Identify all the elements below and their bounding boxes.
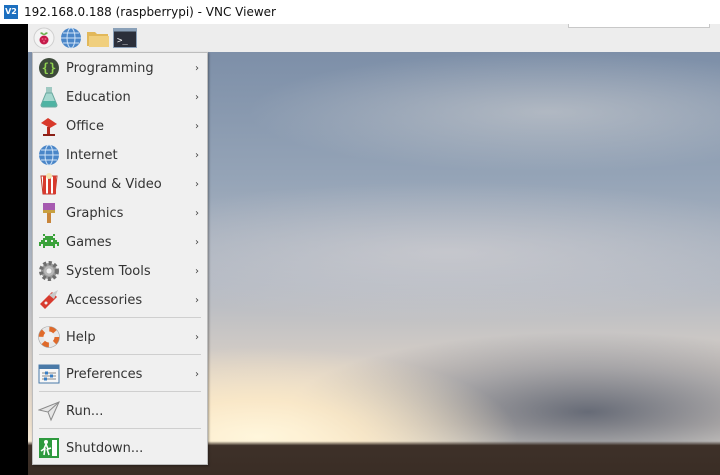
terminal-button[interactable]: >_ [113,26,137,50]
window-title: 192.168.0.188 (raspberrypi) - VNC Viewer [24,5,276,19]
menu-separator [39,391,201,392]
submenu-arrow-icon: › [195,120,199,132]
menu-item-shutdown[interactable]: Shutdown... [34,434,206,462]
vnc-logo-icon: V2 [4,5,18,19]
graphics-brush-icon [37,201,61,225]
svg-text:{}: {} [42,61,56,75]
applications-menu-button[interactable] [32,26,56,50]
menu-item-label: Help [66,329,96,345]
menu-item-label: Preferences [66,366,143,382]
terminal-icon: >_ [113,28,137,48]
menu-item-sound-video[interactable]: Sound & Video › [34,170,206,198]
menu-item-preferences[interactable]: Preferences › [34,360,206,388]
submenu-arrow-icon: › [195,91,199,103]
submenu-arrow-icon: › [195,265,199,277]
internet-globe-icon [37,143,61,167]
menu-item-label: Sound & Video [66,176,162,192]
preferences-icon [37,362,61,386]
folder-icon [87,32,109,47]
sound-video-icon [37,172,61,196]
menu-item-label: Games [66,234,112,250]
submenu-arrow-icon: › [195,207,199,219]
menu-item-label: Graphics [66,205,124,221]
run-paper-plane-icon [37,399,61,423]
shutdown-exit-icon [37,436,61,460]
menu-item-label: Education [66,89,131,105]
menu-item-internet[interactable]: Internet › [34,141,206,169]
svg-text:>_: >_ [117,36,128,46]
menu-item-games[interactable]: Games › [34,228,206,256]
programming-icon: {} [37,56,61,80]
games-invader-icon [37,230,61,254]
web-browser-button[interactable] [59,26,83,50]
system-tools-gear-icon [37,259,61,283]
menu-item-system-tools[interactable]: System Tools › [34,257,206,285]
menu-item-office[interactable]: Office › [34,112,206,140]
menu-separator [39,317,201,318]
menu-item-label: Programming [66,60,154,76]
raspberry-icon [33,27,55,49]
menu-item-label: Shutdown... [66,440,144,456]
taskbar-field [568,24,710,28]
menu-item-label: System Tools [66,263,151,279]
menu-item-run[interactable]: Run... [34,397,206,425]
office-icon [37,114,61,138]
submenu-arrow-icon: › [195,178,199,190]
menu-item-programming[interactable]: {} Programming › [34,54,206,82]
applications-menu: {} Programming › Education › Office › In… [32,52,208,465]
menu-item-help[interactable]: Help › [34,323,206,351]
accessories-knife-icon [37,288,61,312]
menu-separator [39,354,201,355]
menu-item-label: Internet [66,147,118,163]
menu-separator [39,428,201,429]
menu-item-accessories[interactable]: Accessories › [34,286,206,314]
menu-item-label: Office [66,118,104,134]
submenu-arrow-icon: › [195,368,199,380]
submenu-arrow-icon: › [195,62,199,74]
menu-item-label: Run... [66,403,104,419]
education-flask-icon [37,85,61,109]
menu-item-graphics[interactable]: Graphics › [34,199,206,227]
desktop-taskbar: >_ [28,24,720,52]
submenu-arrow-icon: › [195,149,199,161]
file-manager-button[interactable] [86,26,110,50]
menu-item-label: Accessories [66,292,143,308]
menu-item-education[interactable]: Education › [34,83,206,111]
submenu-arrow-icon: › [195,331,199,343]
submenu-arrow-icon: › [195,236,199,248]
window-titlebar[interactable]: V2 192.168.0.188 (raspberrypi) - VNC Vie… [0,0,720,24]
help-lifebuoy-icon [37,325,61,349]
globe-icon [61,27,81,49]
submenu-arrow-icon: › [195,294,199,306]
